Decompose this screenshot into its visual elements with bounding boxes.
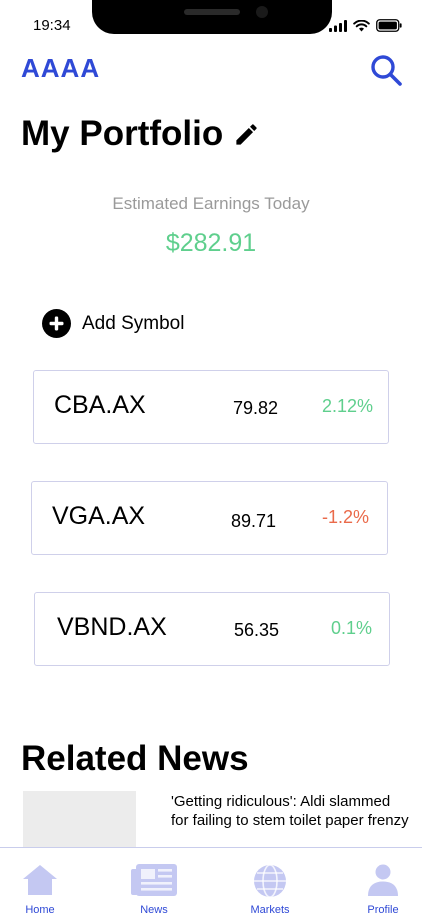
stock-symbol: VGA.AX	[52, 502, 146, 530]
front-camera	[256, 6, 268, 18]
stock-symbol: VBND.AX	[57, 613, 167, 641]
tab-label: Home	[25, 904, 55, 913]
pencil-icon[interactable]	[233, 121, 260, 148]
related-news-heading: Related News	[21, 739, 249, 778]
page-title: My Portfolio	[21, 114, 224, 153]
speaker-grille	[184, 9, 240, 15]
stock-change: 0.1%	[331, 618, 373, 638]
tab-home[interactable]: Home	[0, 848, 80, 913]
edit-portfolio-button[interactable]	[233, 121, 260, 148]
stock-change: -1.2%	[322, 507, 370, 527]
stock-card-cba[interactable]: CBA.AX 79.82 2.12%	[33, 370, 389, 444]
newspaper-icon[interactable]	[131, 864, 177, 896]
tab-label: News	[140, 904, 168, 913]
news-headline[interactable]: 'Getting ridiculous': Aldi slammed for f…	[171, 792, 411, 830]
stock-change: 2.12%	[322, 396, 374, 416]
earnings-value: $282.91	[165, 229, 257, 257]
tab-markets[interactable]: Markets	[230, 848, 310, 913]
stock-card-vga[interactable]: VGA.AX 89.71 -1.2%	[31, 481, 388, 555]
wifi-icon	[353, 19, 370, 31]
stock-price: 89.71	[231, 511, 277, 531]
person-icon[interactable]	[367, 864, 399, 896]
status-icons	[329, 19, 402, 32]
earnings-label: Estimated Earnings Today	[112, 194, 310, 213]
status-time: 19:34	[33, 17, 71, 34]
search-icon[interactable]	[369, 53, 403, 87]
tab-label: Profile	[367, 904, 399, 913]
plus-circle-icon[interactable]	[42, 309, 71, 338]
stock-card-vbnd[interactable]: VBND.AX 56.35 0.1%	[34, 592, 390, 666]
app-logo[interactable]: AAAA	[21, 53, 100, 84]
globe-icon[interactable]	[253, 864, 287, 898]
stock-price: 56.35	[234, 620, 280, 640]
stock-symbol: CBA.AX	[54, 391, 146, 419]
tab-label: Markets	[250, 904, 290, 913]
bottom-tab-bar: Home News Markets Profile	[0, 847, 422, 913]
tab-profile[interactable]: Profile	[343, 848, 422, 913]
search-button[interactable]	[369, 53, 403, 87]
add-symbol-label: Add Symbol	[82, 312, 185, 334]
home-icon[interactable]	[22, 864, 58, 896]
device-notch	[92, 0, 332, 34]
battery-icon	[376, 19, 402, 32]
add-symbol-button[interactable]: Add Symbol	[42, 309, 184, 338]
signal-icon	[329, 19, 347, 32]
tab-news[interactable]: News	[114, 848, 194, 913]
stock-price: 79.82	[233, 398, 279, 418]
